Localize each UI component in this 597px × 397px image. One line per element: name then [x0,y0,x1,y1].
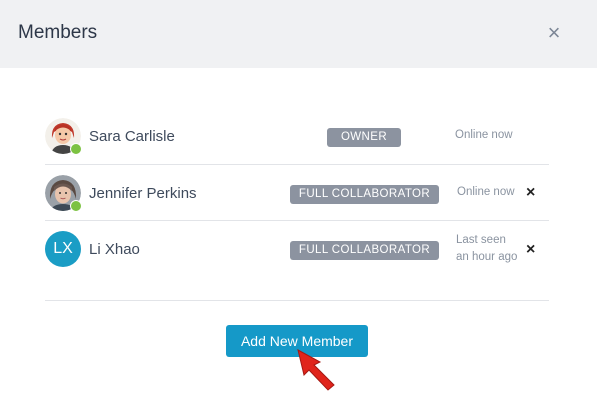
list-bottom-divider [45,300,549,301]
remove-member-icon[interactable]: × [526,184,535,202]
role-badge: FULL COLLABORATOR [290,185,439,204]
role-badge: FULL COLLABORATOR [290,241,439,260]
status-text: Online now [455,129,513,141]
member-row: Sara Carlisle OWNER Online now [45,109,549,165]
dialog-header: Members × [0,0,597,68]
dialog-title: Members [18,22,98,43]
member-row: LX Li Xhao FULL COLLABORATOR Last seen a… [45,221,549,277]
avatar [45,118,82,155]
online-status-icon [70,143,82,155]
avatar-initials: LX [45,231,81,267]
status-text: Online now [457,186,515,198]
member-name: Li Xhao [89,241,140,258]
status-text-line2: an hour ago [456,251,518,263]
remove-member-icon[interactable]: × [526,241,535,259]
avatar: LX [45,231,81,267]
status-text-line1: Last seen [456,234,506,246]
online-status-icon [70,200,82,212]
close-icon[interactable]: × [544,22,564,44]
pointer-arrow-icon [290,348,340,397]
member-name: Sara Carlisle [89,128,175,145]
member-row: Jennifer Perkins FULL COLLABORATOR Onlin… [45,165,549,221]
avatar [45,175,82,212]
member-name: Jennifer Perkins [89,185,197,202]
role-badge: OWNER [327,128,401,147]
